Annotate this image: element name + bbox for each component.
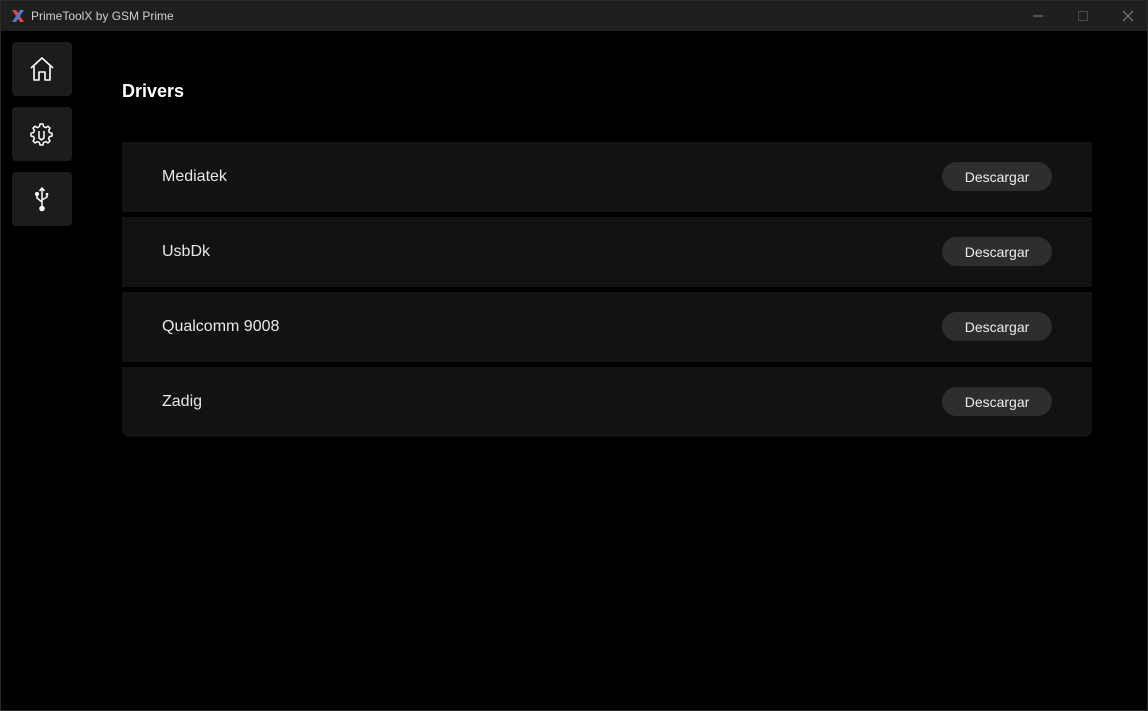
driver-name: Mediatek <box>162 168 227 185</box>
driver-list: Mediatek Descargar UsbDk Descargar Qualc… <box>122 142 1092 442</box>
download-button-zadig[interactable]: Descargar <box>942 387 1052 416</box>
minimize-button[interactable] <box>1015 1 1061 31</box>
maximize-button[interactable] <box>1060 1 1106 31</box>
maximize-icon <box>1078 11 1088 21</box>
app-window: PrimeToolX by GSM Prime Drivers Mediatek… <box>0 0 1148 711</box>
driver-row-usbdk: UsbDk Descargar <box>122 217 1092 287</box>
download-button-mediatek[interactable]: Descargar <box>942 162 1052 191</box>
sidebar-item-drivers[interactable] <box>12 172 72 226</box>
sidebar-item-tools[interactable] <box>12 107 72 161</box>
minimize-icon <box>1033 15 1043 17</box>
close-button[interactable] <box>1105 1 1147 31</box>
window-title: PrimeToolX by GSM Prime <box>31 9 174 23</box>
page-title: Drivers <box>122 81 185 101</box>
driver-name: Zadig <box>162 393 203 410</box>
download-button-qualcomm[interactable]: Descargar <box>942 312 1052 341</box>
title-bar[interactable]: PrimeToolX by GSM Prime <box>1 1 1147 31</box>
app-logo-icon <box>11 9 25 23</box>
gear-wrench-icon <box>30 123 53 146</box>
home-icon <box>30 57 54 81</box>
close-icon <box>1122 10 1134 22</box>
driver-row-qualcomm: Qualcomm 9008 Descargar <box>122 292 1092 362</box>
driver-name: Qualcomm 9008 <box>162 318 280 335</box>
sidebar-item-home[interactable] <box>12 42 72 96</box>
download-button-usbdk[interactable]: Descargar <box>942 237 1052 266</box>
driver-row-mediatek: Mediatek Descargar <box>122 142 1092 212</box>
driver-name: UsbDk <box>162 243 211 260</box>
driver-row-zadig: Zadig Descargar <box>122 367 1092 437</box>
usb-icon <box>34 187 49 212</box>
